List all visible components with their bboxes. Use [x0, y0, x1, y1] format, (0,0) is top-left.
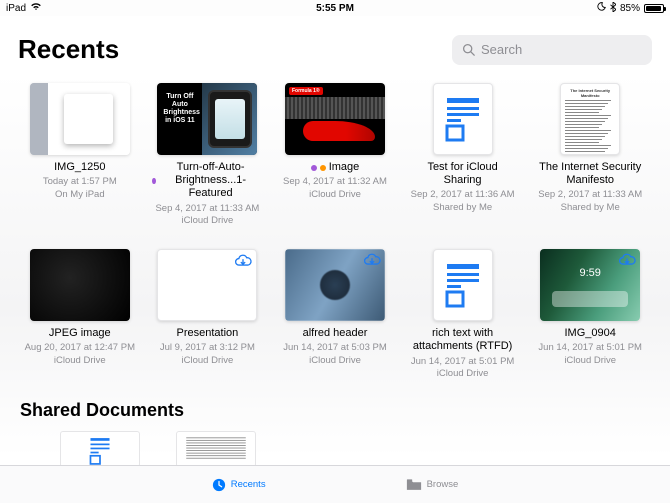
- header: Recents Search: [0, 16, 670, 73]
- file-name: The Internet Security Manifesto: [535, 161, 645, 187]
- status-bar: iPad 5:55 PM 85%: [0, 0, 670, 16]
- file-meta: Jun 14, 2017 at 5:01 PMiCloud Drive: [538, 342, 642, 367]
- file-thumbnail: [157, 249, 257, 321]
- search-icon: [462, 43, 475, 56]
- bluetooth-icon: [610, 2, 616, 15]
- file-meta: Jul 9, 2017 at 3:12 PMiCloud Drive: [160, 342, 255, 367]
- file-meta: Sep 4, 2017 at 11:32 AMiCloud Drive: [283, 176, 387, 201]
- file-meta: Jun 14, 2017 at 5:01 PMiCloud Drive: [411, 356, 515, 381]
- cloud-download-icon: [234, 254, 252, 271]
- folder-icon: [406, 478, 422, 491]
- shared-documents-title: Shared Documents: [20, 400, 650, 427]
- shared-documents-section: Shared Documents: [20, 400, 650, 465]
- tab-bar: Recents Browse: [0, 465, 670, 503]
- recents-grid: IMG_1250 Today at 1:57 PMOn My iPad Turn O…: [20, 83, 650, 380]
- file-meta: Sep 2, 2017 at 11:36 AMShared by Me: [411, 189, 515, 214]
- file-item[interactable]: rich text with attachments (RTFD) Jun 14,…: [403, 249, 523, 380]
- file-thumbnail: [30, 83, 130, 155]
- page-title: Recents: [18, 34, 119, 65]
- shared-item[interactable]: [176, 431, 256, 465]
- file-name: IMG_1250: [54, 161, 105, 174]
- file-item[interactable]: JPEG image Aug 20, 2017 at 12:47 PMiCloud…: [20, 249, 140, 380]
- dnd-moon-icon: [597, 2, 606, 14]
- file-thumbnail: [433, 249, 493, 321]
- file-item[interactable]: Formula 1® Image Sep 4, 2017 at 11:32 AMiC…: [275, 83, 395, 227]
- search-input[interactable]: Search: [452, 35, 652, 65]
- tab-browse-label: Browse: [427, 479, 459, 490]
- file-meta: Sep 2, 2017 at 11:33 AMShared by Me: [538, 189, 642, 214]
- file-name: Presentation: [177, 327, 239, 340]
- file-item[interactable]: 9:59 IMG_0904 Jun 14, 2017 at 5:01 PMiClou…: [530, 249, 650, 380]
- file-item[interactable]: IMG_1250 Today at 1:57 PMOn My iPad: [20, 83, 140, 227]
- clock: 5:55 PM: [316, 3, 354, 14]
- file-name: Test for iCloud Sharing: [408, 161, 518, 187]
- tab-recents-label: Recents: [231, 479, 266, 490]
- battery-icon: [644, 4, 664, 13]
- color-tag-dot: [152, 178, 155, 184]
- file-name: IMG_0904: [565, 327, 616, 340]
- cloud-download-icon: [363, 253, 381, 270]
- shared-item[interactable]: [60, 431, 140, 465]
- file-thumbnail: [433, 83, 493, 155]
- battery-percent: 85%: [620, 3, 640, 14]
- wifi-icon: [30, 2, 42, 14]
- file-thumbnail: Formula 1®: [285, 83, 385, 155]
- file-item[interactable]: Turn Off Auto Brightness in iOS 11 Turn-o…: [148, 83, 268, 227]
- file-thumbnail: 9:59: [540, 249, 640, 321]
- file-name: alfred header: [303, 327, 368, 340]
- file-name: Turn-off-Auto-Brightness...1-Featured: [152, 161, 262, 201]
- device-label: iPad: [6, 3, 26, 14]
- cloud-download-icon: [618, 253, 636, 270]
- file-thumbnail: [285, 249, 385, 321]
- file-item[interactable]: Test for iCloud SharingSep 2, 2017 at 11…: [403, 83, 523, 227]
- file-name: JPEG image: [49, 327, 111, 340]
- file-meta: Jun 14, 2017 at 5:03 PMiCloud Drive: [283, 342, 387, 367]
- color-tag-dot: [320, 165, 326, 171]
- file-thumbnail: Turn Off Auto Brightness in iOS 11: [157, 83, 257, 155]
- file-meta: Aug 20, 2017 at 12:47 PMiCloud Drive: [25, 342, 135, 367]
- color-tag-dot: [311, 165, 317, 171]
- file-thumbnail: The Internet Security Manifesto: [560, 83, 620, 155]
- file-meta: Sep 4, 2017 at 11:33 AMiCloud Drive: [155, 203, 259, 228]
- content-area: IMG_1250 Today at 1:57 PMOn My iPad Turn O…: [0, 73, 670, 465]
- tab-browse[interactable]: Browse: [406, 478, 459, 491]
- file-name: Image: [311, 161, 360, 174]
- clock-icon: [212, 478, 226, 492]
- tab-recents[interactable]: Recents: [212, 478, 266, 492]
- file-item[interactable]: alfred header Jun 14, 2017 at 5:03 PMiClo…: [275, 249, 395, 380]
- file-item[interactable]: Presentation Jul 9, 2017 at 3:12 PMiCloud…: [148, 249, 268, 380]
- file-meta: Today at 1:57 PMOn My iPad: [43, 176, 117, 201]
- search-placeholder: Search: [481, 42, 522, 57]
- file-item[interactable]: The Internet Security Manifesto The Inter…: [530, 83, 650, 227]
- file-name: rich text with attachments (RTFD): [408, 327, 518, 353]
- file-thumbnail: [30, 249, 130, 321]
